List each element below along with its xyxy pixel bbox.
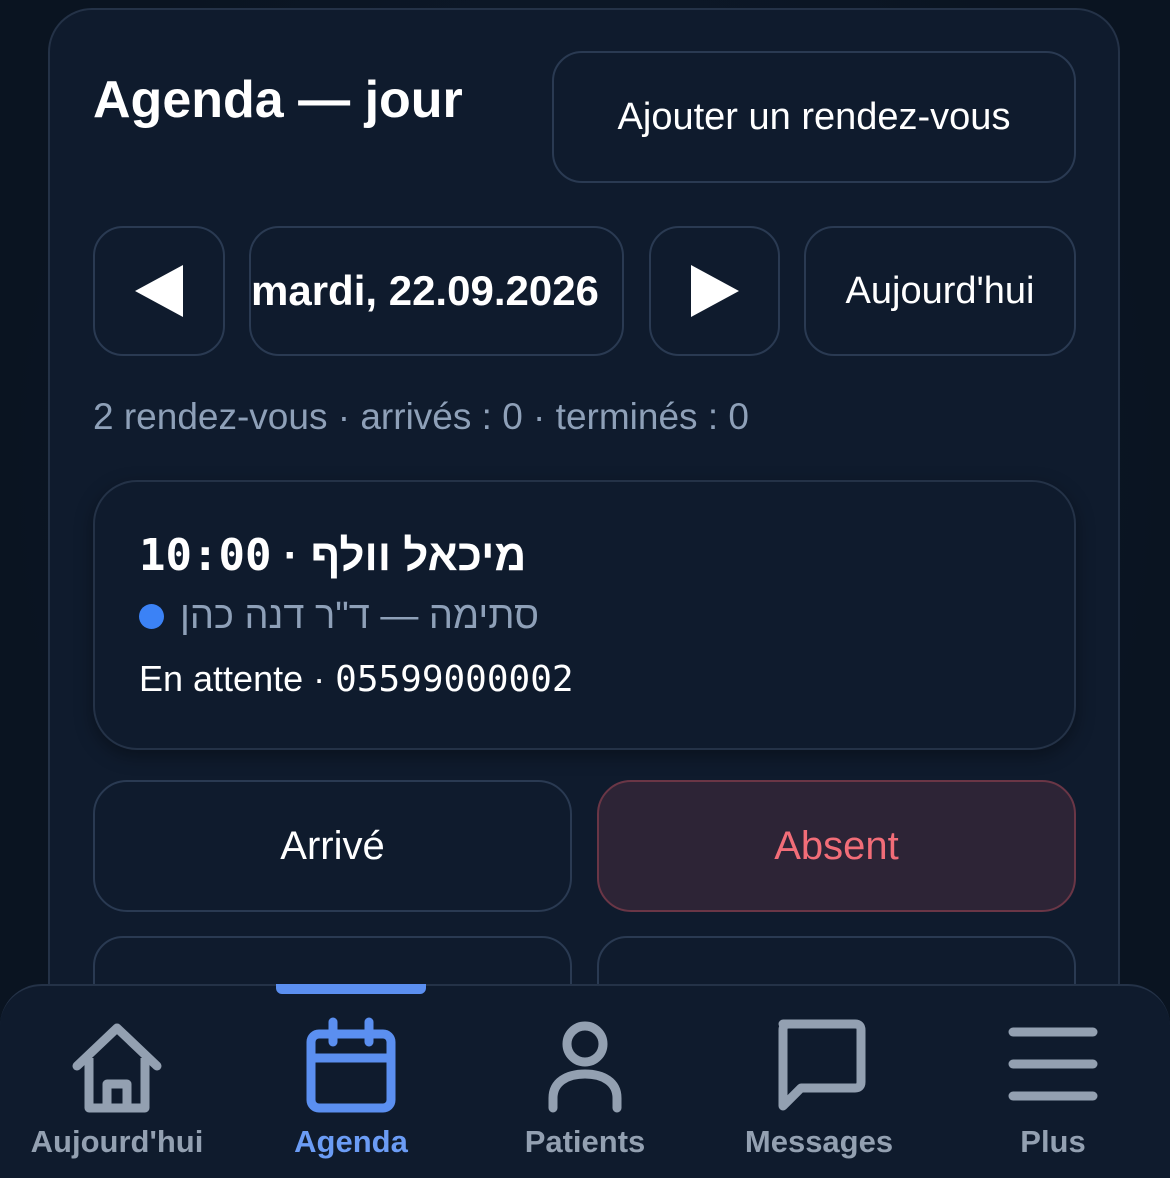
user-icon: [548, 1021, 622, 1113]
nav-item-agenda[interactable]: Agenda: [234, 986, 468, 1178]
today-button[interactable]: Aujourd'hui: [804, 226, 1076, 356]
status-dot-icon: [139, 604, 164, 629]
next-day-button[interactable]: [649, 226, 780, 356]
nav-item-today[interactable]: Aujourd'hui: [0, 986, 234, 1178]
nav-label-patients: Patients: [524, 1124, 646, 1159]
agenda-screen: Agenda — jour Ajouter un rendez-vous mar…: [0, 0, 1170, 1178]
calendar-icon: [306, 1017, 396, 1113]
appointment-header: 10:00 · מיכאל וולף: [139, 530, 526, 581]
appointment-type-doctor: סתימה — ד"ר דנה כהן: [180, 595, 540, 637]
chat-icon: [778, 1019, 866, 1111]
mark-absent-button[interactable]: Absent: [597, 780, 1076, 912]
triangle-right-icon: [690, 265, 739, 317]
add-appointment-button[interactable]: Ajouter un rendez-vous: [552, 51, 1076, 183]
appointment-separator: ·: [271, 531, 311, 580]
date-picker-button[interactable]: mardi, 22.09.2026: [249, 226, 624, 356]
mark-arrived-button[interactable]: Arrivé: [93, 780, 572, 912]
appointment-details: סתימה — ד"ר דנה כהן: [139, 595, 539, 638]
nav-item-more[interactable]: Plus: [936, 986, 1170, 1178]
appointment-status: En attente: [139, 658, 304, 699]
patient-phone: 05599000002: [335, 659, 574, 700]
patient-name: מיכאל וולף: [310, 531, 527, 580]
nav-item-messages[interactable]: Messages: [702, 986, 936, 1178]
current-date-label: mardi, 22.09.2026: [251, 267, 599, 314]
home-icon: [72, 1023, 162, 1113]
appointment-card[interactable]: 10:00 · מיכאל וולף סתימה — ד"ר דנה כהן E…: [93, 480, 1076, 750]
nav-label-more: Plus: [1020, 1124, 1086, 1159]
nav-label-today: Aujourd'hui: [30, 1124, 204, 1159]
nav-item-patients[interactable]: Patients: [468, 986, 702, 1178]
appointment-time: 10:00: [139, 530, 272, 581]
nav-label-agenda: Agenda: [294, 1124, 408, 1159]
triangle-left-icon: [135, 265, 183, 317]
bottom-nav: Aujourd'hui Agenda Patients Messages Plu…: [0, 984, 1170, 1178]
page-title: Agenda — jour: [93, 71, 463, 129]
menu-icon: [1008, 1027, 1098, 1101]
appointment-status-line: En attente · 05599000002: [139, 658, 574, 700]
day-summary: 2 rendez-vous · arrivés : 0 · terminés :…: [93, 396, 749, 437]
previous-day-button[interactable]: [93, 226, 225, 356]
nav-label-messages: Messages: [744, 1124, 894, 1159]
